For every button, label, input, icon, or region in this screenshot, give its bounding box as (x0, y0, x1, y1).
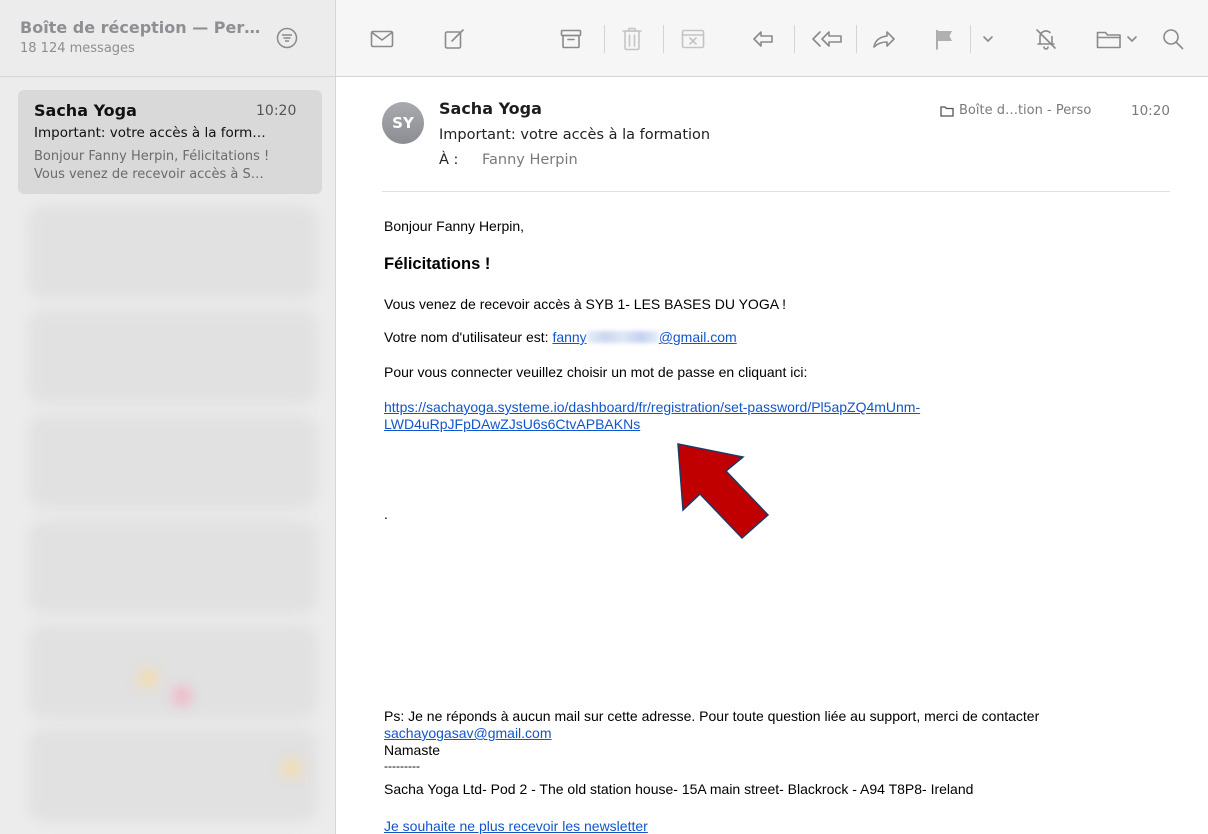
message-subject: Important: votre accès à la formation (439, 127, 711, 143)
body-separator-dashes: --------- (384, 759, 420, 773)
set-password-link-continued[interactable]: LWD4uRpJFpDAwZJsU6s6CtvAPBAKNs (384, 416, 640, 432)
search-icon[interactable] (1162, 26, 1184, 52)
blurred-badge (282, 758, 302, 778)
body-greeting: Bonjour Fanny Herpin, (384, 218, 525, 234)
junk-icon[interactable] (681, 26, 705, 52)
mute-icon[interactable] (1034, 26, 1058, 52)
username-link-end: @gmail.com (658, 329, 737, 345)
body-address: Sacha Yoga Ltd- Pod 2 - The old station … (384, 781, 974, 797)
body-username-line: Votre nom d'utilisateur est: fanny @gmail… (384, 329, 737, 345)
avatar: SY (382, 102, 424, 144)
selected-message-preview: Bonjour Fanny Herpin, Félicitations ! (34, 149, 270, 164)
filter-icon[interactable] (276, 27, 298, 49)
support-email-link[interactable]: sachayogasav@gmail.com (384, 725, 552, 741)
unsubscribe-link[interactable]: Je souhaite ne plus recevoir les newslet… (384, 818, 648, 834)
move-to-folder-icon[interactable] (1096, 26, 1122, 52)
body-ps-line: Ps: Je ne réponds à aucun mail sur cette… (384, 708, 1040, 724)
body-signoff: Namaste (384, 742, 441, 758)
mailbox-title: Boîte de réception — Per… (20, 18, 261, 37)
blurred-badge (138, 668, 158, 688)
body-connect-instruction: Pour vous connecter veuillez choisir un … (384, 364, 808, 380)
mailbox-header: Boîte de réception — Per… 18 124 message… (0, 0, 335, 77)
toolbar-separator (794, 25, 795, 53)
archive-icon[interactable] (560, 26, 582, 52)
blurred-message-row[interactable] (28, 520, 318, 614)
blurred-message-row[interactable] (28, 415, 318, 509)
flag-icon[interactable] (934, 26, 956, 52)
toolbar-separator (663, 25, 664, 53)
reply-all-icon[interactable] (811, 26, 843, 52)
selected-message-time: 10:20 (256, 103, 297, 119)
folder-icon (940, 105, 954, 117)
toolbar-separator (856, 25, 857, 53)
blurred-badge (172, 686, 192, 706)
username-link-start: fanny (552, 329, 587, 345)
selected-message-preview: Vous venez de recevoir accès à S… (34, 167, 264, 182)
toolbar (336, 0, 1208, 77)
selected-message-sender: Sacha Yoga (34, 101, 137, 120)
trash-icon[interactable] (622, 26, 642, 52)
message-list-pane: Boîte de réception — Per… 18 124 message… (0, 0, 336, 834)
set-password-link[interactable]: https://sachayoga.systeme.io/dashboard/f… (384, 399, 920, 415)
username-email-link[interactable]: fanny @gmail.com (552, 329, 736, 345)
username-label: Votre nom d'utilisateur est: (384, 329, 553, 345)
flag-dropdown-chevron-icon[interactable] (982, 26, 994, 52)
forward-icon[interactable] (872, 26, 896, 52)
toolbar-separator (970, 25, 971, 53)
message-count: 18 124 messages (20, 41, 135, 56)
reply-icon[interactable] (752, 26, 774, 52)
blurred-message-row[interactable] (28, 625, 318, 719)
message-folder[interactable]: Boîte d…tion - Perso (940, 103, 1091, 118)
message-sender[interactable]: Sacha Yoga (439, 99, 542, 118)
body-heading: Félicitations ! (384, 255, 491, 273)
body-dot: . (384, 506, 388, 522)
blurred-redaction (586, 331, 659, 343)
compose-icon[interactable] (444, 26, 466, 52)
selected-message-subject: Important: votre accès à la form… (34, 125, 266, 141)
body-access-line: Vous venez de recevoir accès à SYB 1- LE… (384, 296, 787, 312)
toolbar-separator (604, 25, 605, 53)
message-time: 10:20 (1131, 103, 1170, 119)
header-divider (382, 191, 1170, 192)
blurred-message-row[interactable] (28, 310, 318, 404)
folder-dropdown-chevron-icon[interactable] (1126, 26, 1138, 52)
envelope-icon[interactable] (370, 26, 394, 52)
annotation-arrow (677, 443, 770, 540)
blurred-message-row[interactable] (28, 205, 318, 299)
recipient-name[interactable]: Fanny Herpin (482, 152, 578, 168)
message-folder-label: Boîte d…tion - Perso (959, 103, 1092, 118)
recipient-label: À : (439, 152, 459, 168)
blurred-message-row[interactable] (28, 728, 318, 822)
